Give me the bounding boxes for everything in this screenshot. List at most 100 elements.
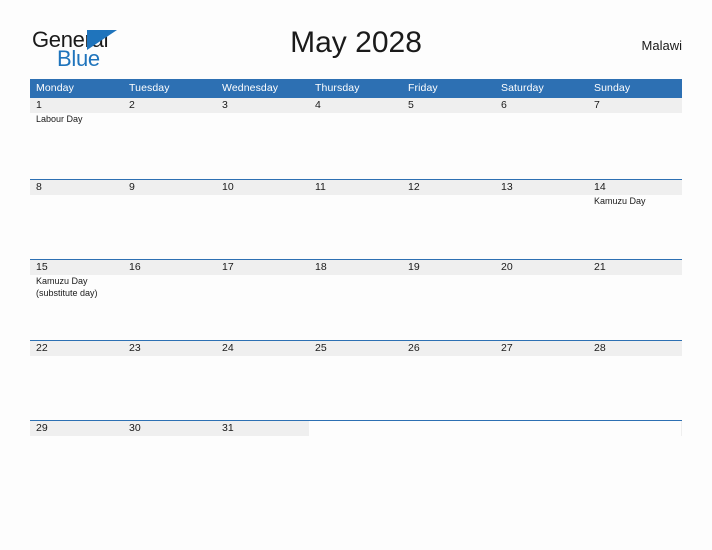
week-event-cells (30, 436, 682, 437)
weekday-header-tuesday: Tuesday (129, 82, 170, 94)
day-events-30[interactable] (123, 436, 216, 437)
day-cell-31[interactable]: 31 (216, 421, 309, 436)
day-cell-10[interactable]: 10 (216, 180, 309, 195)
week-event-cells: Kamuzu Day (substitute day) (30, 275, 682, 299)
day-number: 2 (129, 99, 135, 111)
day-number: 15 (36, 261, 48, 273)
day-number: 29 (36, 422, 48, 434)
day-cell-4[interactable]: 4 (309, 98, 402, 113)
day-events-empty (309, 436, 402, 437)
day-number: 31 (222, 422, 234, 434)
day-cell-empty (402, 421, 495, 436)
day-cell-1[interactable]: 1 (30, 98, 123, 113)
calendar-week-row: 15 16 17 18 19 20 21 Kamuzu Day (substitute day) (30, 259, 682, 340)
day-cell-3[interactable]: 3 (216, 98, 309, 113)
week-date-band: 15 16 17 18 19 20 21 (30, 260, 682, 275)
day-events-16[interactable] (123, 275, 216, 299)
day-events-25[interactable] (309, 356, 402, 357)
day-events-1[interactable]: Labour Day (30, 113, 123, 126)
day-events-23[interactable] (123, 356, 216, 357)
day-cell-8[interactable]: 8 (30, 180, 123, 195)
day-events-2[interactable] (123, 113, 216, 126)
day-events-17[interactable] (216, 275, 309, 299)
day-cell-9[interactable]: 9 (123, 180, 216, 195)
day-events-22[interactable] (30, 356, 123, 357)
day-events-20[interactable] (495, 275, 588, 299)
day-events-10[interactable] (216, 195, 309, 208)
day-cell-17[interactable]: 17 (216, 260, 309, 275)
week-date-band: 8 9 10 11 12 13 14 (30, 179, 682, 195)
day-events-27[interactable] (495, 356, 588, 357)
day-events-11[interactable] (309, 195, 402, 208)
day-events-18[interactable] (309, 275, 402, 299)
day-cell-11[interactable]: 11 (309, 180, 402, 195)
day-events-7[interactable] (588, 113, 681, 126)
day-events-5[interactable] (402, 113, 495, 126)
day-events-6[interactable] (495, 113, 588, 126)
weekday-header-thursday: Thursday (315, 82, 360, 94)
day-number: 12 (408, 180, 420, 193)
day-cell-29[interactable]: 29 (30, 421, 123, 436)
day-cell-22[interactable]: 22 (30, 341, 123, 356)
calendar-week-row: 8 9 10 11 12 13 14 Kamuzu Day (30, 178, 682, 260)
day-cell-16[interactable]: 16 (123, 260, 216, 275)
calendar-page: General Blue May 2028 Malawi Monday Tuesd… (0, 0, 712, 550)
day-events-19[interactable] (402, 275, 495, 299)
day-number: 10 (222, 180, 234, 193)
day-events-9[interactable] (123, 195, 216, 208)
day-cell-15[interactable]: 15 (30, 260, 123, 275)
day-number: 9 (129, 180, 135, 193)
day-number: 28 (594, 341, 606, 354)
day-cell-empty (309, 421, 402, 436)
day-number: 30 (129, 422, 141, 434)
day-cell-28[interactable]: 28 (588, 341, 681, 356)
day-cell-25[interactable]: 25 (309, 341, 402, 356)
weekday-header-sunday: Sunday (594, 82, 631, 94)
day-events-21[interactable] (588, 275, 681, 299)
day-cell-21[interactable]: 21 (588, 260, 681, 275)
day-cell-27[interactable]: 27 (495, 341, 588, 356)
day-events-31[interactable] (216, 436, 309, 437)
day-events-15[interactable]: Kamuzu Day (substitute day) (30, 275, 123, 299)
day-cell-24[interactable]: 24 (216, 341, 309, 356)
day-cell-23[interactable]: 23 (123, 341, 216, 356)
day-cell-12[interactable]: 12 (402, 180, 495, 195)
day-number: 6 (501, 99, 507, 111)
day-cell-26[interactable]: 26 (402, 341, 495, 356)
day-cell-18[interactable]: 18 (309, 260, 402, 275)
day-events-24[interactable] (216, 356, 309, 357)
day-cell-5[interactable]: 5 (402, 98, 495, 113)
day-events-3[interactable] (216, 113, 309, 126)
day-number: 4 (315, 99, 321, 111)
calendar-weeks: 1 2 3 4 5 6 7 Labour Day 8 9 10 11 12 13 14 Kamuzu Day 1… (30, 98, 682, 501)
day-cell-13[interactable]: 13 (495, 180, 588, 195)
day-cell-2[interactable]: 2 (123, 98, 216, 113)
day-number: 5 (408, 99, 414, 111)
day-number: 14 (594, 180, 606, 193)
calendar-week-row: 29 30 31 (30, 420, 682, 501)
day-events-28[interactable] (588, 356, 681, 357)
day-events-empty (588, 436, 681, 437)
day-cell-20[interactable]: 20 (495, 260, 588, 275)
day-events-empty (495, 436, 588, 437)
day-number: 25 (315, 341, 327, 354)
day-events-empty (402, 436, 495, 437)
day-number: 7 (594, 99, 600, 111)
day-cell-6[interactable]: 6 (495, 98, 588, 113)
day-events-14[interactable]: Kamuzu Day (588, 195, 681, 208)
day-events-29[interactable] (30, 436, 123, 437)
week-date-band: 22 23 24 25 26 27 28 (30, 340, 682, 356)
day-cell-7[interactable]: 7 (588, 98, 681, 113)
day-number: 13 (501, 180, 513, 193)
week-date-band: 1 2 3 4 5 6 7 (30, 98, 682, 113)
day-cell-30[interactable]: 30 (123, 421, 216, 436)
day-events-12[interactable] (402, 195, 495, 208)
day-cell-14[interactable]: 14 (588, 180, 681, 195)
day-cell-19[interactable]: 19 (402, 260, 495, 275)
day-events-4[interactable] (309, 113, 402, 126)
day-events-26[interactable] (402, 356, 495, 357)
day-number: 27 (501, 341, 513, 354)
day-events-13[interactable] (495, 195, 588, 208)
day-number: 23 (129, 341, 141, 354)
day-events-8[interactable] (30, 195, 123, 208)
